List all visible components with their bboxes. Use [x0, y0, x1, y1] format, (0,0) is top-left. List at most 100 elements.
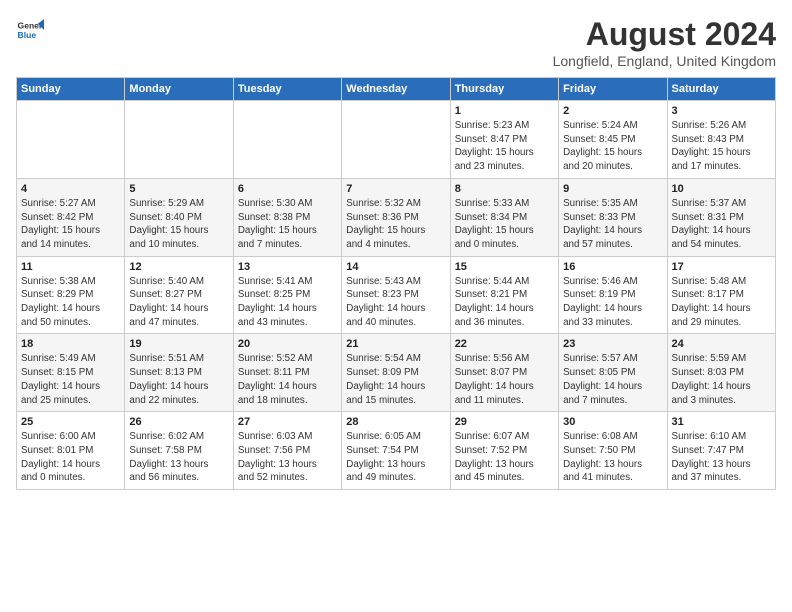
- calendar-cell: 16 Sunrise: 5:46 AM Sunset: 8:19 PM Dayli…: [559, 256, 667, 334]
- calendar-cell: 5 Sunrise: 5:29 AM Sunset: 8:40 PM Daylig…: [125, 178, 233, 256]
- day-number: 4: [21, 183, 120, 195]
- day-number: 10: [672, 183, 771, 195]
- svg-text:Blue: Blue: [18, 30, 37, 40]
- day-info: Sunrise: 6:08 AM Sunset: 7:50 PM Dayligh…: [563, 430, 662, 485]
- calendar-cell: 20Sunrise: 5:52 AM Sunset: 8:11 PM Dayli…: [233, 334, 341, 412]
- weekday-header: Wednesday: [342, 78, 450, 101]
- weekday-header: Sunday: [17, 78, 125, 101]
- day-info: Sunrise: 5:29 AM Sunset: 8:40 PM Dayligh…: [129, 197, 228, 252]
- day-number: 15: [455, 261, 554, 273]
- day-info: Sunrise: 5:48 AM Sunset: 8:17 PM Dayligh…: [672, 275, 771, 330]
- calendar-cell: 31 Sunrise: 6:10 AM Sunset: 7:47 PM Dayli…: [667, 412, 775, 490]
- day-info: Sunrise: 5:38 AM Sunset: 8:29 PM Dayligh…: [21, 275, 120, 330]
- calendar-cell: 8Sunrise: 5:33 AM Sunset: 8:34 PM Daylig…: [450, 178, 558, 256]
- weekday-header: Monday: [125, 78, 233, 101]
- page-subtitle: Longfield, England, United Kingdom: [553, 53, 776, 69]
- calendar-cell: 29 Sunrise: 6:07 AM Sunset: 7:52 PM Dayli…: [450, 412, 558, 490]
- day-number: 28: [346, 416, 445, 428]
- day-number: 13: [238, 261, 337, 273]
- day-number: 9: [563, 183, 662, 195]
- day-info: Sunrise: 5:51 AM Sunset: 8:13 PM Dayligh…: [129, 352, 228, 407]
- day-number: 17: [672, 261, 771, 273]
- page-header: General Blue August 2024 Longfield, Engl…: [16, 16, 776, 69]
- day-number: 1: [455, 105, 554, 117]
- day-number: 3: [672, 105, 771, 117]
- day-number: 25: [21, 416, 120, 428]
- day-number: 7: [346, 183, 445, 195]
- logo: General Blue: [16, 16, 44, 44]
- calendar-week-row: 11 Sunrise: 5:38 AM Sunset: 8:29 PM Dayli…: [17, 256, 776, 334]
- day-number: 20: [238, 338, 337, 350]
- day-info: Sunrise: 5:27 AM Sunset: 8:42 PM Dayligh…: [21, 197, 120, 252]
- day-info: Sunrise: 5:30 AM Sunset: 8:38 PM Dayligh…: [238, 197, 337, 252]
- day-info: Sunrise: 5:43 AM Sunset: 8:23 PM Dayligh…: [346, 275, 445, 330]
- calendar-table: SundayMondayTuesdayWednesdayThursdayFrid…: [16, 77, 776, 490]
- calendar-cell: 15Sunrise: 5:44 AM Sunset: 8:21 PM Dayli…: [450, 256, 558, 334]
- day-info: Sunrise: 6:00 AM Sunset: 8:01 PM Dayligh…: [21, 430, 120, 485]
- day-number: 27: [238, 416, 337, 428]
- day-info: Sunrise: 5:41 AM Sunset: 8:25 PM Dayligh…: [238, 275, 337, 330]
- calendar-cell: 28 Sunrise: 6:05 AM Sunset: 7:54 PM Dayli…: [342, 412, 450, 490]
- calendar-week-row: 1Sunrise: 5:23 AM Sunset: 8:47 PM Daylig…: [17, 101, 776, 179]
- day-info: Sunrise: 5:56 AM Sunset: 8:07 PM Dayligh…: [455, 352, 554, 407]
- calendar-cell: 25 Sunrise: 6:00 AM Sunset: 8:01 PM Dayli…: [17, 412, 125, 490]
- day-number: 16: [563, 261, 662, 273]
- calendar-cell: [17, 101, 125, 179]
- day-number: 2: [563, 105, 662, 117]
- calendar-cell: 17 Sunrise: 5:48 AM Sunset: 8:17 PM Dayli…: [667, 256, 775, 334]
- day-number: 6: [238, 183, 337, 195]
- calendar-cell: 13 Sunrise: 5:41 AM Sunset: 8:25 PM Dayli…: [233, 256, 341, 334]
- day-number: 8: [455, 183, 554, 195]
- day-number: 29: [455, 416, 554, 428]
- calendar-cell: 1Sunrise: 5:23 AM Sunset: 8:47 PM Daylig…: [450, 101, 558, 179]
- calendar-cell: 24Sunrise: 5:59 AM Sunset: 8:03 PM Dayli…: [667, 334, 775, 412]
- calendar-cell: 11 Sunrise: 5:38 AM Sunset: 8:29 PM Dayli…: [17, 256, 125, 334]
- calendar-cell: 2 Sunrise: 5:24 AM Sunset: 8:45 PM Daylig…: [559, 101, 667, 179]
- calendar-cell: 9 Sunrise: 5:35 AM Sunset: 8:33 PM Daylig…: [559, 178, 667, 256]
- calendar-cell: 4 Sunrise: 5:27 AM Sunset: 8:42 PM Daylig…: [17, 178, 125, 256]
- day-info: Sunrise: 6:10 AM Sunset: 7:47 PM Dayligh…: [672, 430, 771, 485]
- day-info: Sunrise: 5:37 AM Sunset: 8:31 PM Dayligh…: [672, 197, 771, 252]
- day-info: Sunrise: 5:26 AM Sunset: 8:43 PM Dayligh…: [672, 119, 771, 174]
- day-info: Sunrise: 5:40 AM Sunset: 8:27 PM Dayligh…: [129, 275, 228, 330]
- day-info: Sunrise: 5:35 AM Sunset: 8:33 PM Dayligh…: [563, 197, 662, 252]
- day-number: 24: [672, 338, 771, 350]
- day-info: Sunrise: 6:05 AM Sunset: 7:54 PM Dayligh…: [346, 430, 445, 485]
- logo-icon: General Blue: [16, 16, 44, 44]
- calendar-cell: 6 Sunrise: 5:30 AM Sunset: 8:38 PM Daylig…: [233, 178, 341, 256]
- day-number: 30: [563, 416, 662, 428]
- calendar-cell: 21 Sunrise: 5:54 AM Sunset: 8:09 PM Dayli…: [342, 334, 450, 412]
- day-number: 5: [129, 183, 228, 195]
- calendar-week-row: 25 Sunrise: 6:00 AM Sunset: 8:01 PM Dayli…: [17, 412, 776, 490]
- day-info: Sunrise: 6:02 AM Sunset: 7:58 PM Dayligh…: [129, 430, 228, 485]
- day-info: Sunrise: 5:46 AM Sunset: 8:19 PM Dayligh…: [563, 275, 662, 330]
- calendar-cell: [342, 101, 450, 179]
- calendar-cell: 22Sunrise: 5:56 AM Sunset: 8:07 PM Dayli…: [450, 334, 558, 412]
- calendar-cell: [125, 101, 233, 179]
- day-number: 26: [129, 416, 228, 428]
- title-block: August 2024 Longfield, England, United K…: [553, 16, 776, 69]
- calendar-cell: 27 Sunrise: 6:03 AM Sunset: 7:56 PM Dayli…: [233, 412, 341, 490]
- day-number: 19: [129, 338, 228, 350]
- day-info: Sunrise: 5:54 AM Sunset: 8:09 PM Dayligh…: [346, 352, 445, 407]
- day-number: 31: [672, 416, 771, 428]
- page-title: August 2024: [553, 16, 776, 53]
- calendar-cell: 10 Sunrise: 5:37 AM Sunset: 8:31 PM Dayli…: [667, 178, 775, 256]
- calendar-cell: 23Sunrise: 5:57 AM Sunset: 8:05 PM Dayli…: [559, 334, 667, 412]
- calendar-cell: 14Sunrise: 5:43 AM Sunset: 8:23 PM Dayli…: [342, 256, 450, 334]
- day-number: 18: [21, 338, 120, 350]
- day-info: Sunrise: 5:24 AM Sunset: 8:45 PM Dayligh…: [563, 119, 662, 174]
- weekday-header: Thursday: [450, 78, 558, 101]
- calendar-cell: 30 Sunrise: 6:08 AM Sunset: 7:50 PM Dayli…: [559, 412, 667, 490]
- day-info: Sunrise: 6:07 AM Sunset: 7:52 PM Dayligh…: [455, 430, 554, 485]
- day-info: Sunrise: 6:03 AM Sunset: 7:56 PM Dayligh…: [238, 430, 337, 485]
- weekday-header: Saturday: [667, 78, 775, 101]
- calendar-body: 1Sunrise: 5:23 AM Sunset: 8:47 PM Daylig…: [17, 101, 776, 490]
- calendar-cell: 26 Sunrise: 6:02 AM Sunset: 7:58 PM Dayli…: [125, 412, 233, 490]
- calendar-week-row: 18Sunrise: 5:49 AM Sunset: 8:15 PM Dayli…: [17, 334, 776, 412]
- header-row: SundayMondayTuesdayWednesdayThursdayFrid…: [17, 78, 776, 101]
- day-number: 12: [129, 261, 228, 273]
- calendar-cell: [233, 101, 341, 179]
- day-number: 11: [21, 261, 120, 273]
- day-number: 21: [346, 338, 445, 350]
